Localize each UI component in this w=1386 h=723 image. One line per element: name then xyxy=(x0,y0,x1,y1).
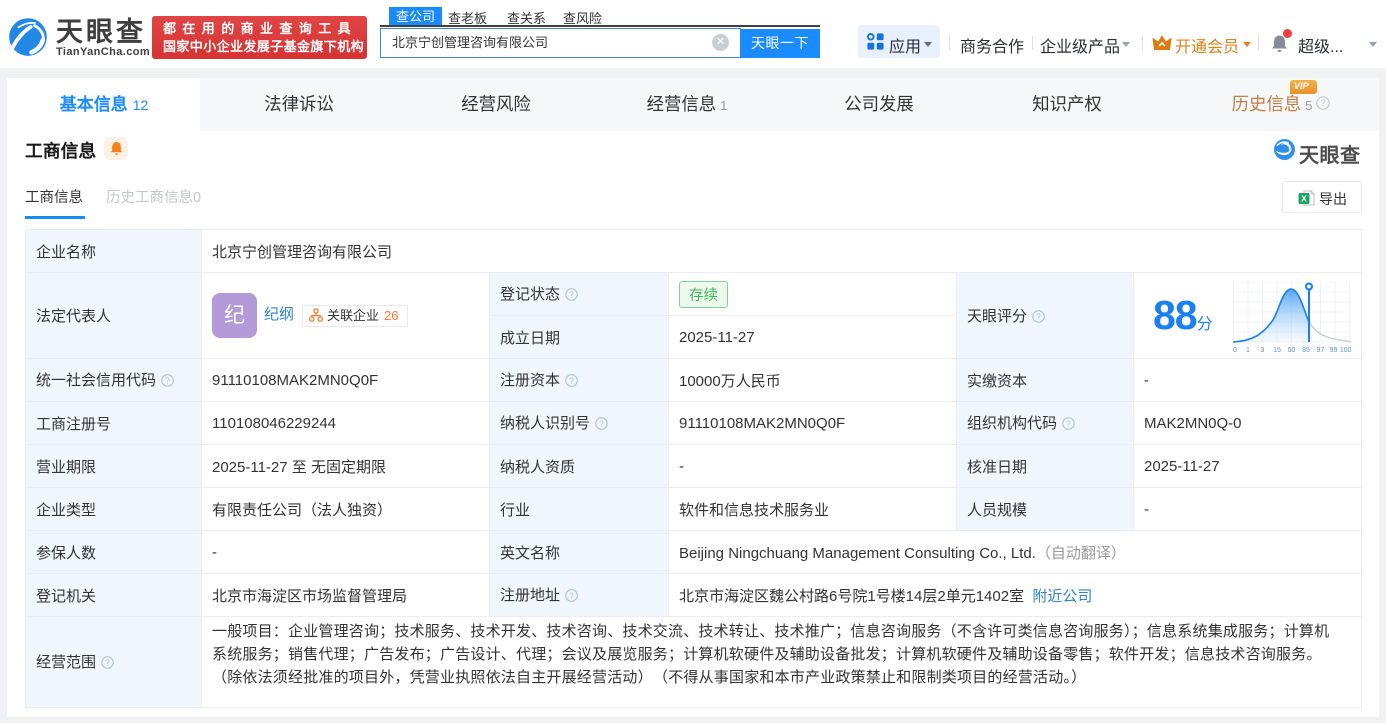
svg-text:100: 100 xyxy=(1340,347,1351,354)
svg-text:50: 50 xyxy=(1288,347,1296,354)
svg-text:15: 15 xyxy=(1273,347,1281,354)
svg-text:85: 85 xyxy=(1302,347,1310,354)
svg-text:0: 0 xyxy=(1233,347,1237,354)
svg-text:?: ? xyxy=(599,418,604,428)
svg-text:?: ? xyxy=(569,590,574,600)
svg-text:99: 99 xyxy=(1330,347,1338,354)
svg-text:1: 1 xyxy=(1246,347,1250,354)
svg-text:?: ? xyxy=(105,657,110,667)
svg-text:?: ? xyxy=(569,289,574,299)
svg-text:3: 3 xyxy=(1261,347,1265,354)
svg-text:?: ? xyxy=(165,375,170,385)
svg-text:?: ? xyxy=(1320,98,1325,108)
svg-text:X: X xyxy=(1301,194,1307,204)
svg-text:?: ? xyxy=(1036,311,1041,321)
svg-text:?: ? xyxy=(1066,418,1071,428)
svg-text:?: ? xyxy=(569,375,574,385)
svg-text:97: 97 xyxy=(1317,347,1325,354)
